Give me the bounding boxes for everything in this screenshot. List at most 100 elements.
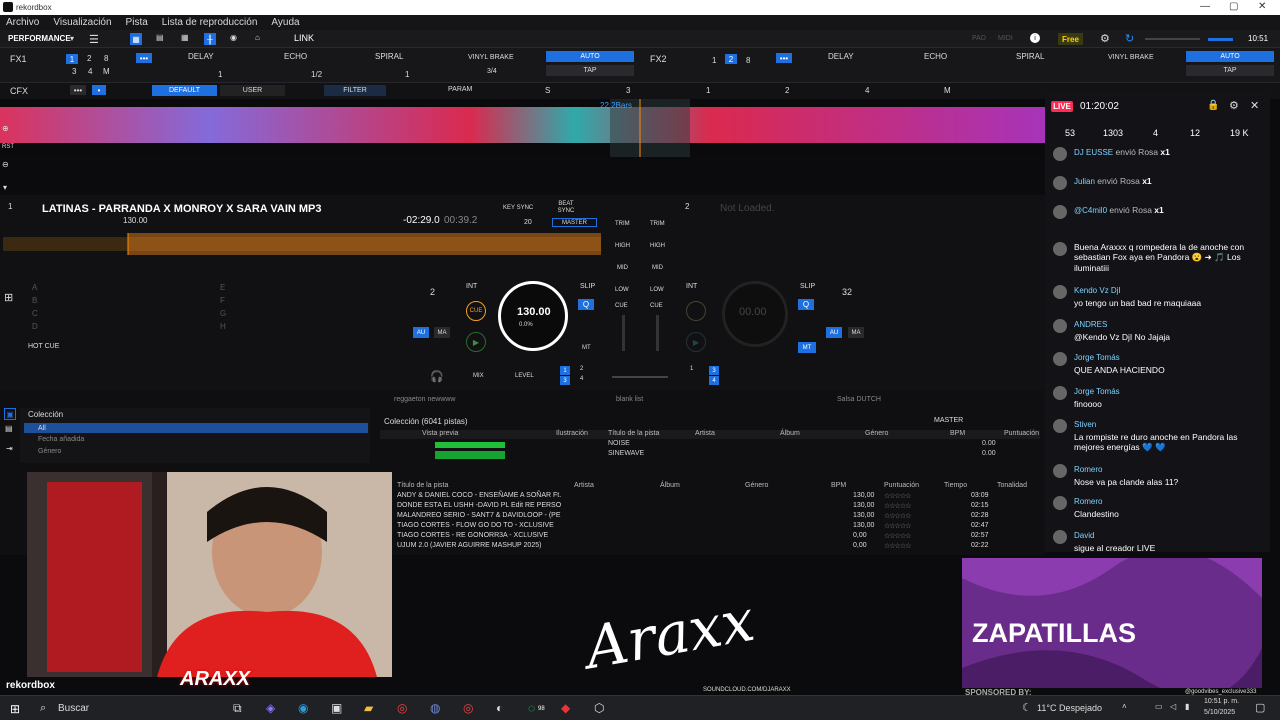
deck1-master-button[interactable]: MASTER [552,218,597,227]
mixer-mid-1[interactable]: MID [617,265,628,271]
col-ilustracion[interactable]: Ilustración [556,430,588,437]
mixer-mix[interactable]: MIX [473,373,484,379]
task-view-icon[interactable]: ⧉ [233,701,242,716]
avatar[interactable] [1053,176,1067,190]
rating-stars[interactable]: ☆☆☆☆☆ [884,532,911,540]
col-tonalidad[interactable]: Tonalidad [997,482,1027,489]
taskbar-search[interactable]: Buscar [58,703,89,714]
zoom-out-icon[interactable]: ⊖ [2,160,9,169]
menu-visualizacion[interactable]: Visualización [53,17,111,28]
chat-username[interactable]: Romero [1074,465,1102,474]
col-album[interactable]: Álbum [660,482,680,489]
hotcue-f[interactable]: F [220,296,225,305]
import-icon[interactable]: ⇥ [6,444,13,453]
menu-ayuda[interactable]: Ayuda [271,17,299,28]
hotcue-b[interactable]: B [32,296,37,305]
col-bpm[interactable]: BPM [831,482,846,489]
avatar[interactable] [1053,530,1067,544]
view-2-icon[interactable]: ▤ [156,33,164,42]
deck2-play-button[interactable]: ▶ [686,332,706,352]
app-icon-3[interactable]: ⬡ [594,701,604,715]
table-row[interactable]: DONDE ESTA EL USHH -DAVID PL Edit RE PER… [397,502,1017,512]
mixer-cue-1[interactable]: CUE [615,303,628,309]
rating-stars[interactable]: ☆☆☆☆☆ [884,512,911,520]
channel-fader-2[interactable] [656,315,659,351]
mixer-low-1[interactable]: LOW [615,287,629,293]
browser-tab-3[interactable]: Salsa DUTCH [837,396,881,403]
deck1-q[interactable]: Q [578,299,594,310]
zoom-in-icon[interactable]: ⊕ [2,124,9,133]
browser-tab-2[interactable]: blank list [616,396,643,403]
col-album-top[interactable]: Álbum [780,430,800,437]
edge-icon[interactable]: ◉ [298,701,308,715]
fx1-effect2[interactable]: ECHO [284,52,307,61]
mixer-mid-2[interactable]: MID [652,265,663,271]
chevron-down-icon[interactable]: ▾ [70,34,74,43]
table-row[interactable]: SINEWAVE 0.00 [380,450,1040,460]
weather-text[interactable]: 11°C Despejado [1037,703,1102,713]
avatar[interactable] [1053,352,1067,366]
fx1-ch8[interactable]: 8 [104,54,108,63]
deck2-ch4[interactable]: 4 [709,376,719,385]
battery-icon[interactable]: ▮ [1185,702,1189,711]
deck2-mt[interactable]: MT [798,342,816,353]
pads-icon[interactable]: ⊞ [4,291,13,304]
deck2-int[interactable]: INT [686,283,697,290]
waveform-display[interactable]: 22.2Bars ⊕ RST [0,99,1045,157]
windows-start-icon[interactable]: ⊞ [10,702,20,716]
deck1-ma[interactable]: MA [434,327,450,338]
table-row[interactable]: MALANDREO SERIO - SANT7 & DAVIDLOOP - (P… [397,512,1017,522]
deck1-hotcue-select[interactable]: HOT CUE [28,343,59,350]
menu-lista[interactable]: Lista de reproducción [162,17,258,28]
headphones-icon[interactable]: 🎧 [430,370,444,383]
deck1-jog[interactable]: 130.00 0.0% [498,281,568,351]
settings-icon[interactable]: ⚙ [1229,99,1239,112]
table-row[interactable]: UJUM 2.0 (JAVIER AGUIRRE MASHUP 2025) 0,0… [397,542,1017,552]
gear-icon[interactable]: ⚙ [1100,32,1110,45]
col-titulo[interactable]: Título de la pista [397,482,448,489]
deck2-ma[interactable]: MA [848,327,864,338]
col-puntuacion[interactable]: Puntuación [884,482,919,489]
mixer-high-2[interactable]: HIGH [650,243,665,249]
tree-genero[interactable]: Género [38,448,61,455]
mixer-icon[interactable]: ╫ [204,33,216,45]
fx2-auto-button[interactable]: AUTO [1186,51,1274,62]
midi-button[interactable]: MIDI [998,35,1013,42]
avatar[interactable] [1053,242,1067,256]
mixer-ch3[interactable]: 3 [560,376,570,385]
avatar[interactable] [1053,285,1067,299]
search-icon[interactable]: ⌕ [40,702,46,715]
close-button[interactable]: ✕ [1258,1,1266,12]
browser-tab-1[interactable]: reggaeton newwww [394,396,455,403]
deck1-mt[interactable]: MT [582,345,591,351]
chrome2-icon[interactable]: ◎ [463,701,473,715]
rating-stars[interactable]: ☆☆☆☆☆ [884,492,911,500]
fx1-tap-button[interactable]: TAP [546,65,634,76]
crossfader[interactable] [612,376,668,378]
volume-slider[interactable] [1145,38,1200,40]
chat-username[interactable]: Julian [1074,177,1095,186]
chat-username[interactable]: ANDRES [1074,320,1107,329]
deck2-jog[interactable]: 00.00 [722,281,788,347]
cfx-user-button[interactable]: USER [220,85,285,96]
chrome-icon[interactable]: ◎ [397,701,407,715]
discord-icon[interactable]: ◍ [430,701,440,715]
fx1-vinyl[interactable]: VINYL BRAKE [468,54,514,61]
minimize-button[interactable]: — [1200,1,1210,12]
chat-username[interactable]: @C4mil0 [1074,206,1107,215]
record-icon[interactable]: ◉ [230,33,237,42]
col-bpm-top[interactable]: BPM [950,430,965,437]
avatar[interactable] [1053,419,1067,433]
fx1-effect1[interactable]: DELAY [188,52,214,61]
fx1-menu-icon[interactable]: ••• [136,53,152,63]
free-badge[interactable]: Free [1058,33,1083,45]
list-icon[interactable]: ▤ [5,424,13,433]
taskbar-time[interactable]: 10:51 p. m. [1204,698,1239,705]
cfx-default-button[interactable]: DEFAULT [152,85,217,96]
mixer-ch1[interactable]: 1 [560,366,570,375]
pad-button[interactable]: PAD [972,35,986,42]
fx2-effect3[interactable]: SPIRAL [1016,52,1044,61]
lock-icon[interactable]: 🔒 [1207,100,1219,111]
col-puntuacion-top[interactable]: Puntuación [1004,430,1039,437]
deck2-slip[interactable]: SLIP [800,283,815,290]
